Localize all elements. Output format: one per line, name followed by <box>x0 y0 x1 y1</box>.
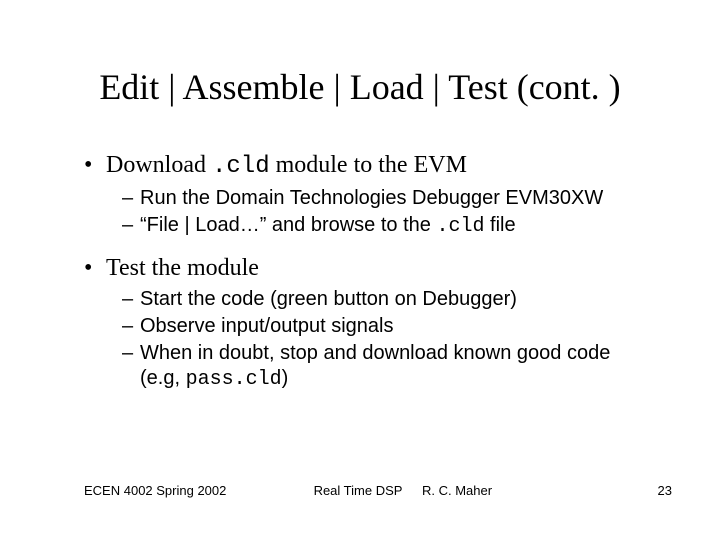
sub-run-debugger: Run the Domain Technologies Debugger EVM… <box>122 186 654 211</box>
footer: ECEN 4002 Spring 2002 Real Time DSP R. C… <box>84 483 672 498</box>
bullet-text-post: module to the EVM <box>270 152 467 178</box>
footer-subject: Real Time DSP <box>314 483 403 498</box>
slide-title: Edit | Assemble | Load | Test (cont. ) <box>0 66 720 108</box>
footer-page-number: 23 <box>658 483 672 498</box>
bullet-download: Download .cld module to the EVM Run the … <box>84 150 654 239</box>
sub-when-in-doubt: When in doubt, stop and download known g… <box>122 341 654 392</box>
code-cld-2: .cld <box>436 215 484 238</box>
bullet-text: Test the module <box>106 255 259 281</box>
bullet-list: Download .cld module to the EVM Run the … <box>84 150 654 392</box>
sub-list-1: Run the Domain Technologies Debugger EVM… <box>106 186 654 239</box>
sub-file-load: “File | Load…” and browse to the .cld fi… <box>122 213 654 239</box>
footer-course: ECEN 4002 Spring 2002 <box>84 483 226 498</box>
sub-list-2: Start the code (green button on Debugger… <box>106 287 654 392</box>
bullet-test: Test the module Start the code (green bu… <box>84 253 654 392</box>
footer-author: R. C. Maher <box>422 483 492 498</box>
sub-text-post: file <box>484 214 515 236</box>
slide-body: Download .cld module to the EVM Run the … <box>84 150 654 406</box>
sub-start-code: Start the code (green button on Debugger… <box>122 287 654 312</box>
code-pass-cld: pass.cld <box>186 368 282 391</box>
sub-text-pre: “File | Load…” and browse to the <box>140 214 436 236</box>
sub-text-post: ) <box>282 367 289 389</box>
sub-observe: Observe input/output signals <box>122 314 654 339</box>
code-cld: .cld <box>212 153 270 180</box>
bullet-text-pre: Download <box>106 152 212 178</box>
slide: Edit | Assemble | Load | Test (cont. ) D… <box>0 0 720 540</box>
